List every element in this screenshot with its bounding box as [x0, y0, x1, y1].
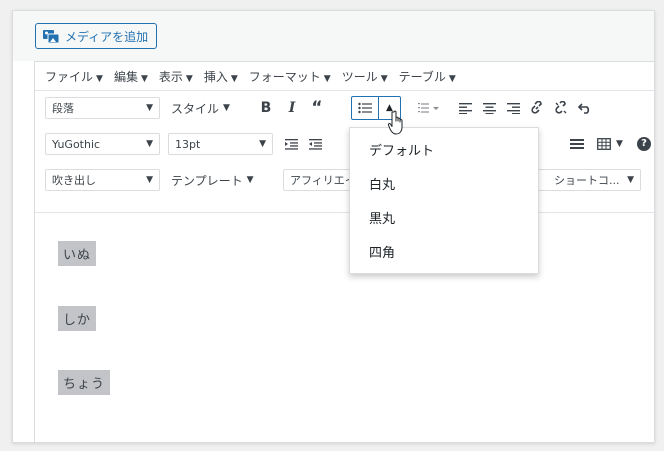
indent-button[interactable] [281, 134, 301, 154]
numbered-list-icon [418, 103, 439, 113]
list-style-dropdown: デフォルト 白丸 黒丸 四角 [349, 127, 539, 274]
template-menu[interactable]: テンプレート ▼ [171, 170, 254, 190]
balloon-select[interactable]: 吹き出し ▼ [45, 169, 160, 191]
toolbar-row-3: 吹き出し ▼ テンプレート ▼ アフィリエイト ショートコ... ▼ [35, 163, 654, 199]
chevron-down-icon: ▼ [259, 139, 266, 149]
content-paragraph[interactable]: しか [58, 306, 97, 331]
menu-insert[interactable]: 挿入 ▼ [204, 68, 238, 85]
menu-format[interactable]: フォーマット ▼ [249, 68, 331, 85]
horizontal-rule-icon [570, 139, 584, 149]
chevron-down-icon: ▼ [223, 103, 230, 113]
list-style-disc[interactable]: 黒丸 [350, 200, 538, 234]
content-paragraph[interactable]: いぬ [58, 241, 97, 266]
help-icon: ? [637, 137, 651, 151]
menu-edit[interactable]: 編集 ▼ [114, 68, 148, 85]
bullet-list-icon[interactable] [352, 97, 379, 119]
chevron-down-icon: ▼ [616, 139, 623, 149]
chevron-down-icon: ▼ [627, 175, 634, 185]
undo-icon [578, 103, 590, 114]
toolbar-row-1: 段落 ▼ スタイル ▼ B I “ ▲ [35, 91, 654, 127]
unlink-icon [555, 101, 567, 114]
table-button[interactable]: ▼ [593, 134, 627, 154]
list-style-circle[interactable]: 白丸 [350, 166, 538, 200]
align-right-button[interactable] [503, 98, 523, 118]
chevron-down-icon: ▼ [146, 175, 153, 185]
numbered-list-button[interactable] [413, 98, 445, 118]
align-center-button[interactable] [479, 98, 499, 118]
style-menu[interactable]: スタイル ▼ [171, 98, 230, 118]
align-right-icon [506, 103, 520, 114]
link-icon [531, 101, 542, 114]
align-left-button[interactable] [455, 98, 475, 118]
blockquote-button[interactable]: “ [307, 98, 327, 118]
chevron-down-icon: ▼ [146, 103, 153, 113]
format-select[interactable]: 段落 ▼ [45, 97, 160, 119]
media-icon [42, 28, 60, 44]
chevron-down-icon: ▼ [246, 175, 254, 185]
menu-bar: ファイル ▼ 編集 ▼ 表示 ▼ 挿入 ▼ フォーマット ▼ ツール ▼ テーブル ▼ [35, 62, 654, 91]
help-button[interactable]: ? [637, 134, 653, 154]
list-style-square[interactable]: 四角 [350, 234, 538, 268]
shortcode-select[interactable]: ショートコ... ▼ [523, 169, 641, 191]
menu-file[interactable]: ファイル ▼ [45, 68, 103, 85]
content-paragraph[interactable]: ちょう [58, 370, 111, 395]
indent-icon [284, 139, 298, 150]
add-media-label: メディアを追加 [65, 29, 149, 44]
table-icon [597, 138, 611, 150]
editor-frame: メディアを追加 ファイル ▼ 編集 ▼ 表示 ▼ 挿入 ▼ フォーマット ▼ ツール ▼ テ… [12, 10, 655, 443]
chevron-down-icon: ▼ [146, 139, 153, 149]
italic-button[interactable]: I [282, 98, 302, 118]
menu-tools[interactable]: ツール ▼ [342, 68, 388, 85]
editor-content[interactable]: いぬ しか ちょう [35, 212, 654, 442]
undo-button[interactable] [575, 98, 595, 118]
bold-button[interactable]: B [256, 98, 276, 118]
toolbar-row-2: YuGothic ▼ 13pt ▼ ▼ ? [35, 127, 654, 163]
align-left-icon [458, 103, 472, 114]
menu-view[interactable]: 表示 ▼ [159, 68, 193, 85]
list-style-default[interactable]: デフォルト [350, 132, 538, 166]
media-toolbar: メディアを追加 [13, 11, 654, 61]
add-media-button[interactable]: メディアを追加 [35, 23, 158, 49]
align-center-icon [482, 103, 496, 114]
font-family-select[interactable]: YuGothic ▼ [45, 133, 160, 155]
link-button[interactable] [527, 98, 547, 118]
tinymce-editor: ファイル ▼ 編集 ▼ 表示 ▼ 挿入 ▼ フォーマット ▼ ツール ▼ テーブル ▼ 段落 ▼… [34, 61, 654, 442]
font-size-select[interactable]: 13pt ▼ [168, 133, 273, 155]
outdent-icon [308, 139, 322, 150]
outdent-button[interactable] [305, 134, 325, 154]
unlink-button[interactable] [551, 98, 571, 118]
hand-cursor-icon [387, 110, 403, 135]
horizontal-rule-button[interactable] [567, 134, 587, 154]
menu-table[interactable]: テーブル ▼ [399, 68, 456, 85]
